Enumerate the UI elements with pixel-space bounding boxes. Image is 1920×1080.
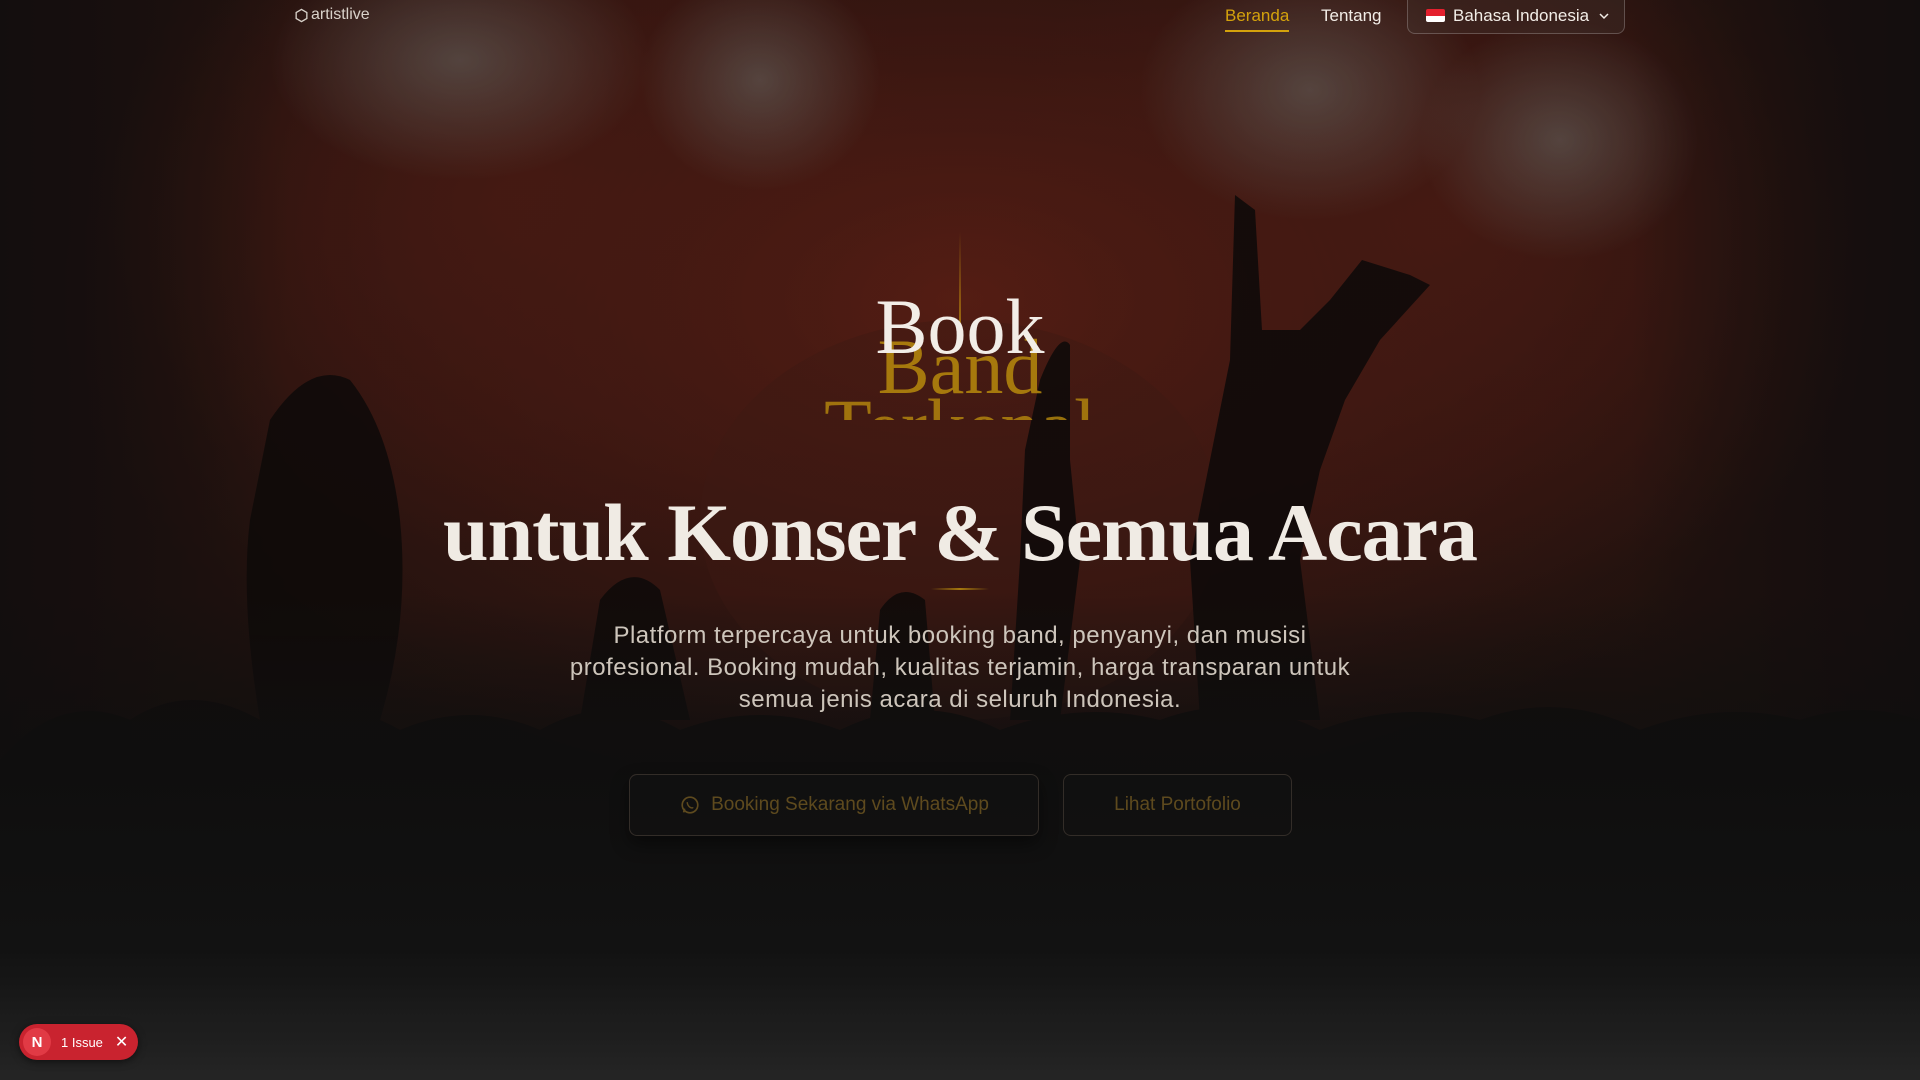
rotating-word-carousel: Band Terkenal Book <box>660 278 1260 421</box>
booking-whatsapp-label: Booking Sekarang via WhatsApp <box>711 794 989 815</box>
hero-divider <box>931 588 989 590</box>
language-selector[interactable]: Bahasa Indonesia <box>1407 0 1625 34</box>
logo-mark-icon <box>295 8 308 22</box>
portfolio-button[interactable]: Lihat Portofolio <box>1063 774 1292 836</box>
logo-text: artistlive <box>311 6 370 23</box>
close-icon[interactable]: ✕ <box>115 1032 128 1052</box>
brand-logo[interactable]: artistlive <box>294 6 370 24</box>
hero-headline: untuk Konser & Semua Acara <box>442 487 1478 578</box>
rotating-word-3: Terkenal <box>660 388 1260 421</box>
language-label: Bahasa Indonesia <box>1453 5 1590 25</box>
nextjs-icon: N <box>23 1028 51 1056</box>
portfolio-label: Lihat Portofolio <box>1114 794 1241 815</box>
chevron-down-icon <box>1599 12 1609 19</box>
whatsapp-icon <box>681 796 699 814</box>
rotating-word-1: Book <box>875 283 1045 370</box>
nav-link-beranda[interactable]: Beranda <box>1225 6 1290 32</box>
booking-whatsapp-button[interactable]: Booking Sekarang via WhatsApp <box>629 774 1039 836</box>
issue-count-label: 1 Issue <box>61 1034 103 1050</box>
nav-link-tentang[interactable]: Tentang <box>1321 6 1382 26</box>
top-navbar: artistlive Beranda Tentang Bahasa Indone… <box>0 0 1920 40</box>
dev-issue-badge[interactable]: N 1 Issue ✕ <box>19 1024 138 1060</box>
hero-subtitle: Platform terpercaya untuk booking band, … <box>569 622 1351 713</box>
flag-indonesia-icon <box>1426 9 1445 22</box>
